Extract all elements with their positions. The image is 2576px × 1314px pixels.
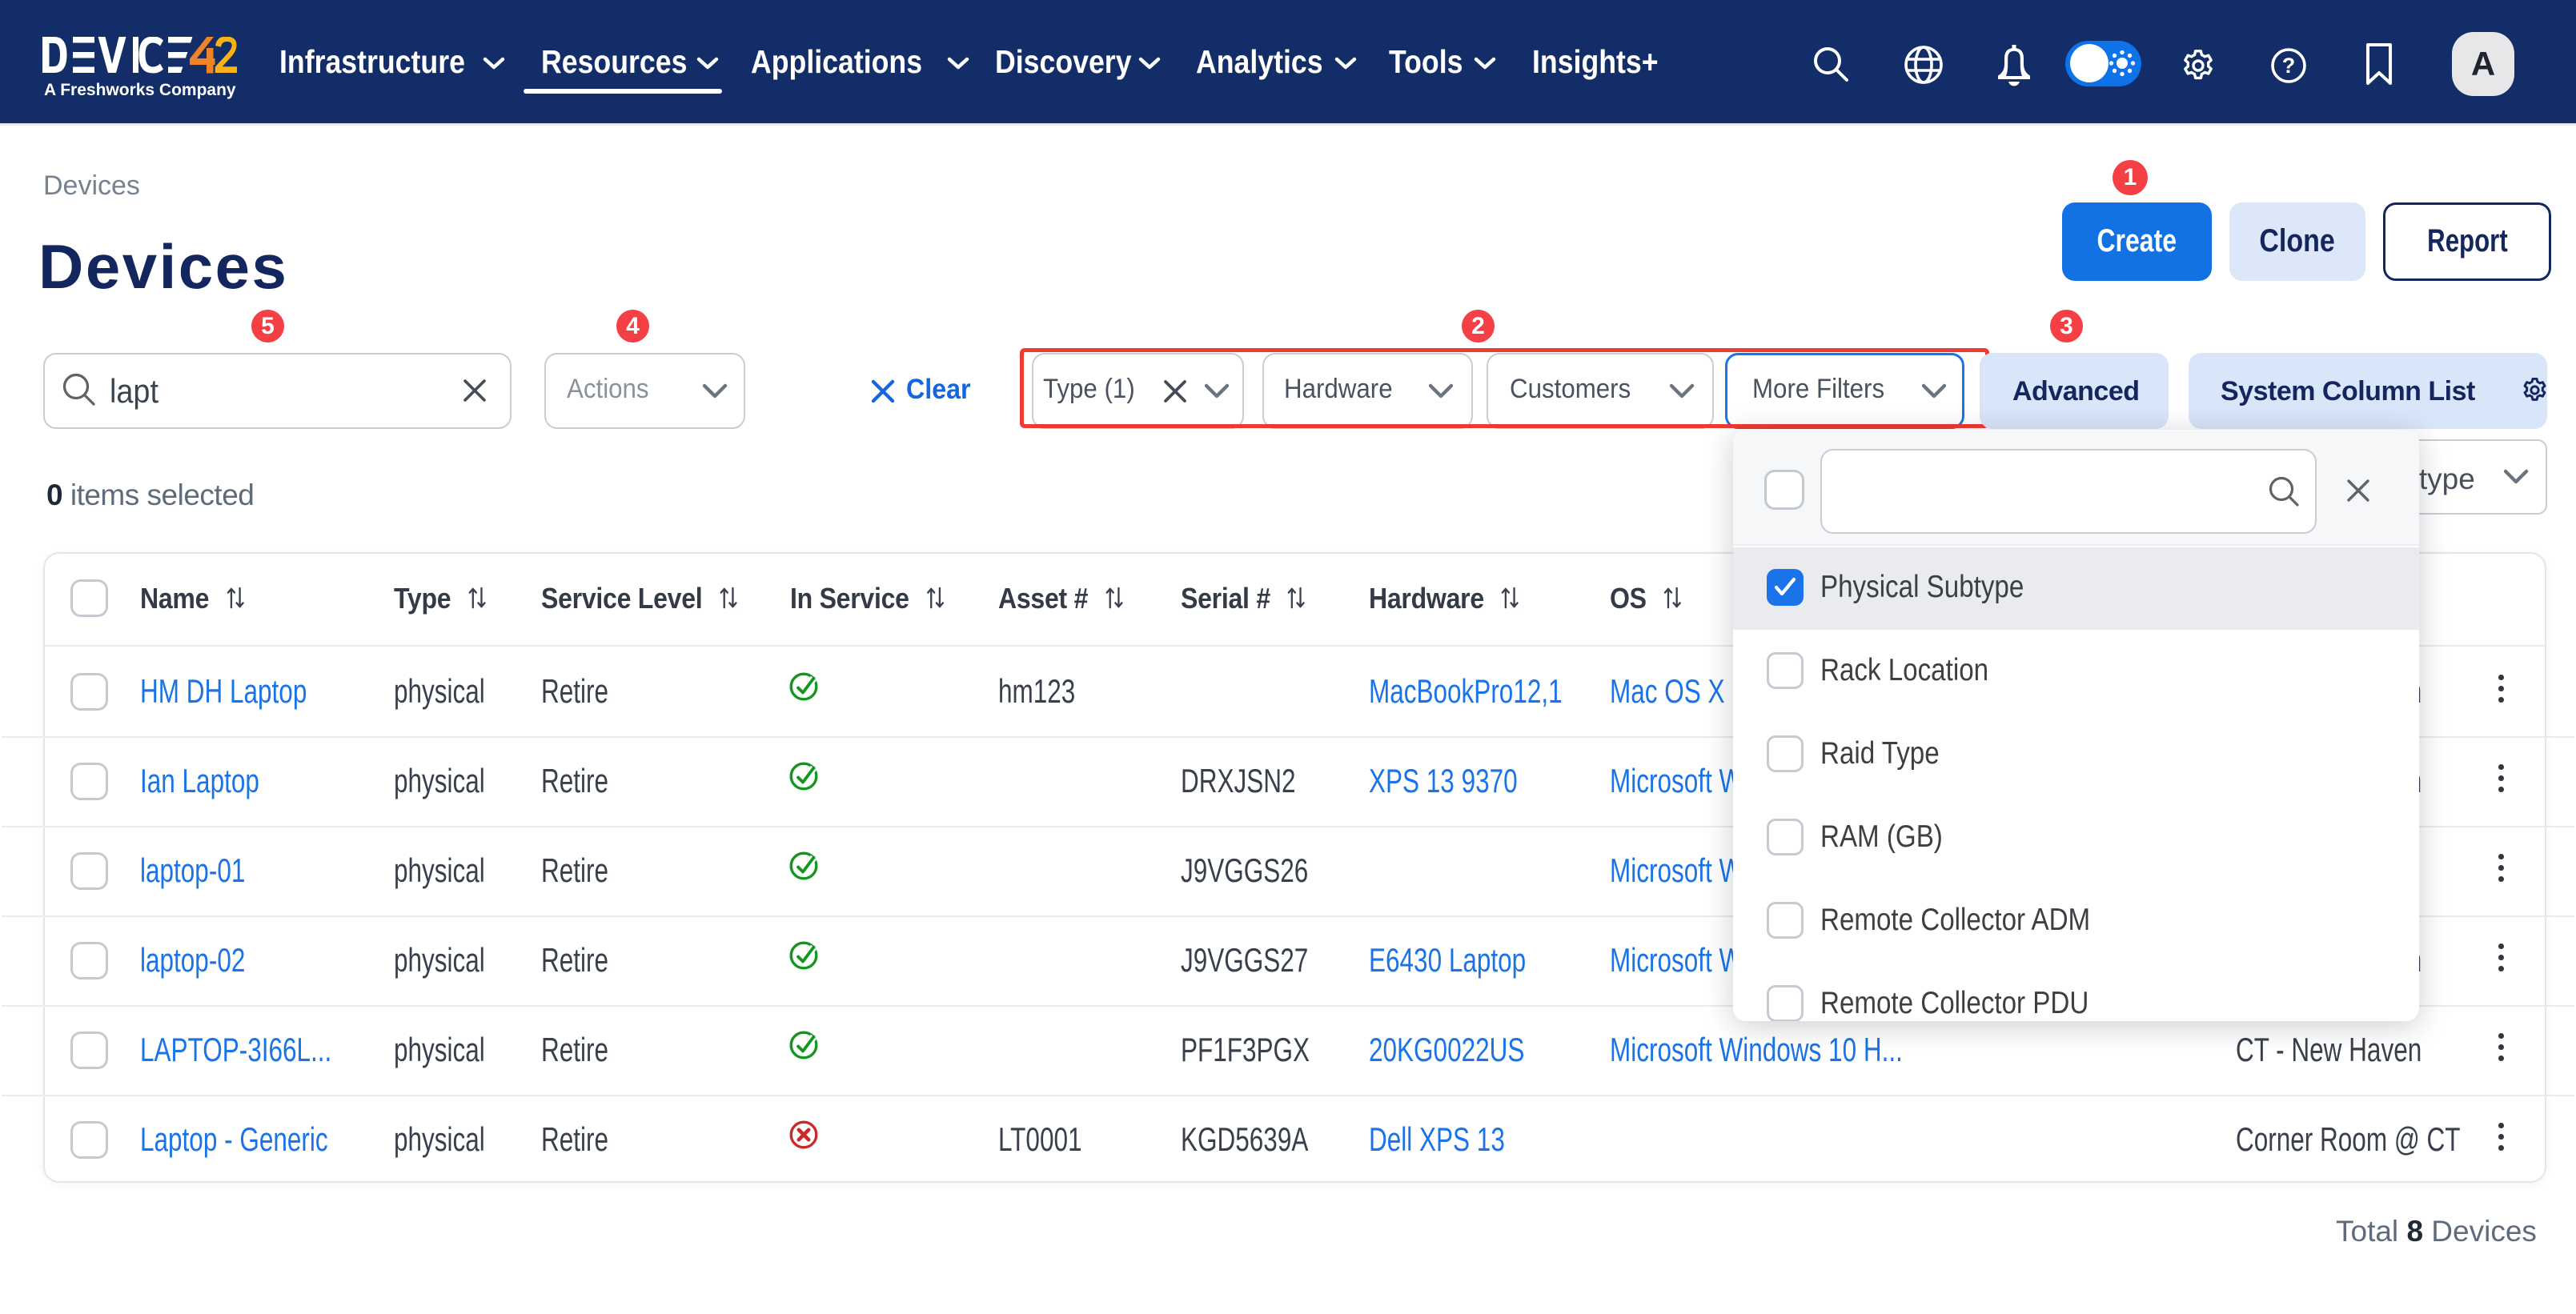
svg-text:?: ?: [2282, 54, 2296, 78]
